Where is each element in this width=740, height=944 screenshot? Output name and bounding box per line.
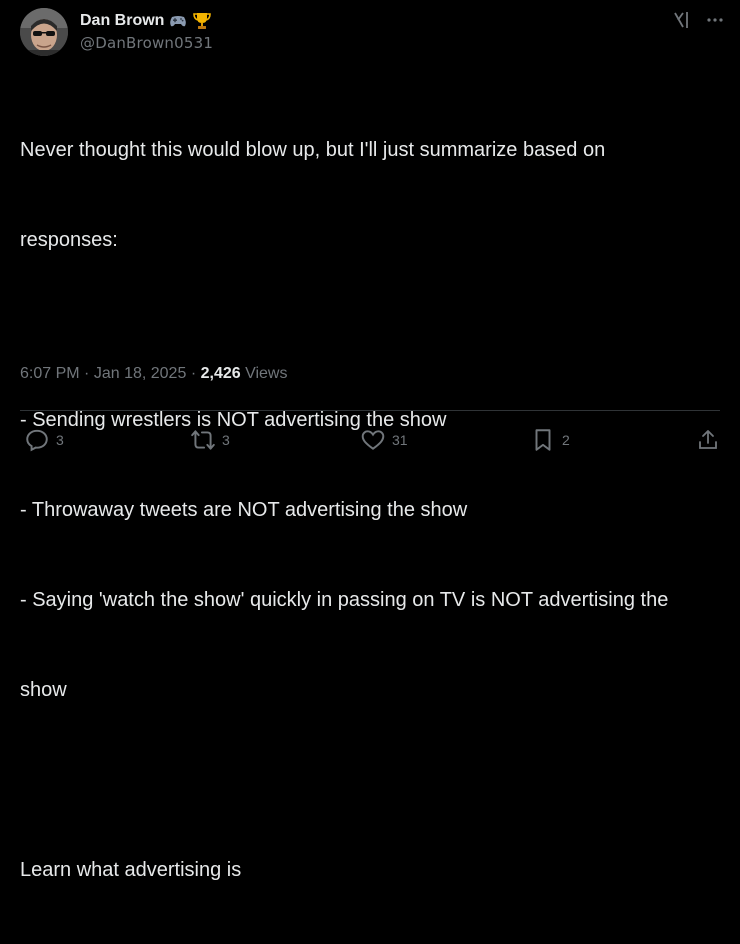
tweet-header: Dan Brown @DanBrown0531: [20, 8, 724, 56]
tweet-meta: 6:07 PM · Jan 18, 2025 · 2,426 Views: [20, 365, 287, 383]
reply-count: 3: [56, 432, 64, 448]
tweet-text: Never thought this would blow up, but I'…: [20, 75, 732, 944]
share-button[interactable]: [696, 426, 720, 454]
trophy-emoji-icon: [192, 11, 212, 31]
like-count: 31: [392, 432, 408, 448]
reply-button[interactable]: 3: [24, 426, 64, 454]
author-names: Dan Brown @DanBrown0531: [80, 11, 213, 52]
tweet-text-line: - Saying 'watch the show' quickly in pas…: [20, 589, 669, 611]
meta-separator: ·: [190, 365, 197, 382]
tweet-text-line: - Throwaway tweets are NOT advertising t…: [20, 499, 468, 521]
reply-icon: [26, 429, 48, 452]
author-handle[interactable]: @DanBrown0531: [80, 34, 213, 52]
tweet-date[interactable]: Jan 18, 2025: [94, 365, 187, 382]
tweet-card: Dan Brown @DanBrown0531 Never thought th…: [0, 0, 740, 881]
display-name-row: Dan Brown: [80, 11, 213, 31]
divider: [20, 410, 720, 411]
bookmark-button[interactable]: 2: [530, 426, 570, 454]
more-options-icon[interactable]: [706, 11, 724, 29]
gamepad-emoji-icon: [169, 11, 187, 31]
views-count: 2,426: [200, 365, 241, 382]
display-name[interactable]: Dan Brown: [80, 12, 164, 30]
meta-separator: ·: [84, 365, 90, 382]
avatar-image: [20, 8, 68, 56]
repost-button[interactable]: 3: [190, 426, 230, 454]
grok-icon[interactable]: [672, 10, 692, 30]
repost-icon: [191, 430, 215, 450]
bookmark-icon: [535, 429, 551, 451]
tweet-text-line: Never thought this would blow up, but I'…: [20, 139, 606, 161]
share-icon: [699, 430, 717, 449]
tweet-text-line: [20, 315, 732, 345]
like-button[interactable]: 31: [360, 426, 408, 454]
action-bar: 3 3 31 2: [24, 426, 720, 454]
repost-count: 3: [222, 432, 230, 448]
tweet-text-line: responses:: [20, 229, 118, 251]
views-label: Views: [245, 365, 288, 382]
avatar[interactable]: [20, 8, 68, 56]
tweet-time[interactable]: 6:07 PM: [20, 365, 80, 382]
bookmark-count: 2: [562, 432, 570, 448]
tweet-text-line: [20, 765, 732, 795]
top-right-controls: [672, 8, 724, 32]
tweet-text-line: show: [20, 679, 67, 701]
tweet-text-line: Learn what advertising is: [20, 859, 242, 881]
heart-icon: [361, 430, 385, 450]
